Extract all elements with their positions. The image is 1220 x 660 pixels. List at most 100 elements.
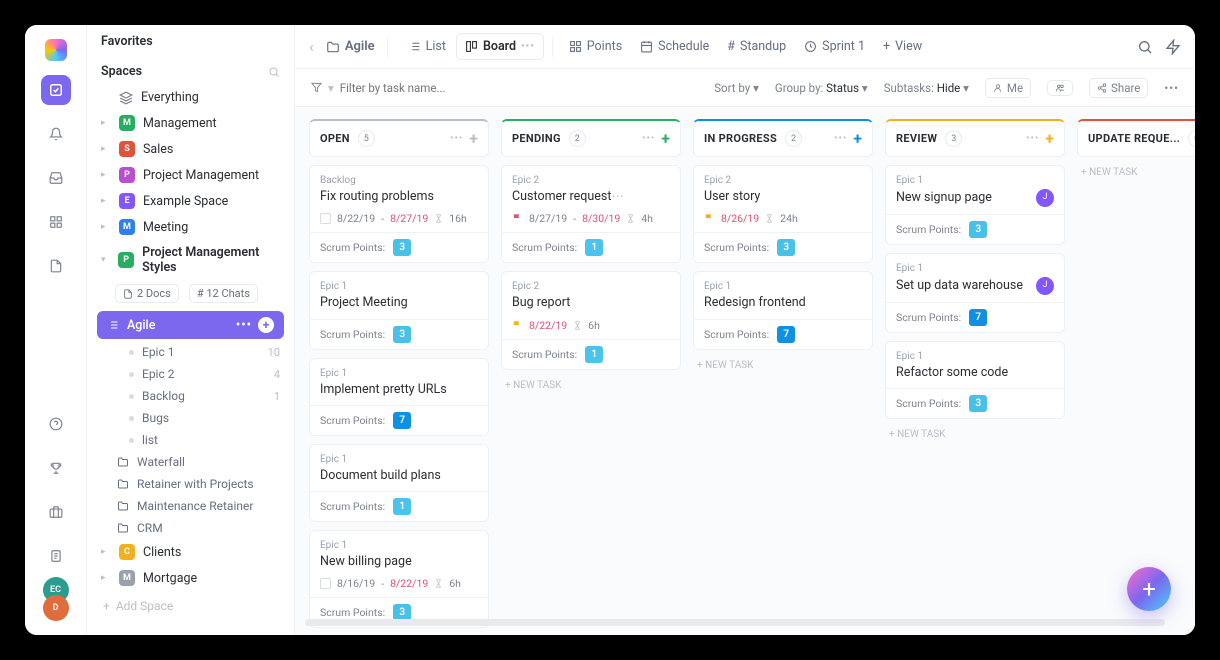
column-header[interactable]: UPDATE REQUE...0•••+ [1077,119,1195,157]
task-card[interactable]: Epic 1New billing page8/16/19-8/22/196hS… [309,530,489,628]
rail-inbox-button[interactable] [41,163,71,193]
sidebar-chip[interactable]: 2 Docs [115,284,179,303]
sidebar-space-item[interactable]: ▾PProject Management Styles [87,240,294,280]
rail-briefcase-button[interactable] [41,497,71,527]
view-view[interactable]: +View [875,34,930,59]
assignee-avatar[interactable]: J [1036,277,1054,295]
sidebar-folder[interactable]: Retainer with Projects [87,473,294,495]
card-title: User story [704,189,862,205]
column-add-button[interactable]: + [853,129,862,148]
folder-icon [117,478,129,490]
new-task-button[interactable]: + NEW TASK [1077,165,1195,180]
sidebar-folder[interactable]: Waterfall [87,451,294,473]
view-points[interactable]: Points [561,34,630,59]
task-card[interactable]: Epic 1Redesign frontendScrum Points:7 [693,271,873,349]
column-more-button[interactable]: ••• [834,133,847,144]
sidebar-add-space[interactable]: +Add Space [87,591,294,621]
view-list[interactable]: List [400,34,454,59]
column-add-button[interactable]: + [469,129,478,148]
topbar-search-button[interactable] [1137,39,1153,55]
assignees-button[interactable] [1047,80,1073,96]
task-card[interactable]: Epic 1Refactor some codeScrum Points:3 [885,341,1065,419]
collapse-sidebar-button[interactable]: ‹ [309,37,314,56]
more-button[interactable]: ••• [1164,81,1179,95]
scrum-points-row: Scrum Points:3 [310,319,488,349]
new-task-fab[interactable]: + [1127,567,1171,611]
column-header[interactable]: PENDING2•••+ [501,119,681,157]
sidebar-space-item[interactable]: ▸SSales [87,136,294,162]
task-card[interactable]: Epic 2Bug report8/22/196hScrum Points:1 [501,271,681,369]
sidebar-list-item[interactable]: Epic 24 [87,363,294,385]
new-task-button[interactable]: + NEW TASK [885,427,1065,442]
subtasks-button[interactable]: Subtasks: Hide ▾ [884,81,969,95]
sidebar-list-item[interactable]: Bugs [87,407,294,429]
me-filter-button[interactable]: Me [985,78,1031,98]
sidebar-list-item[interactable]: Backlog1 [87,385,294,407]
rail-docs-button[interactable] [41,251,71,281]
task-card[interactable]: Epic 1Implement pretty URLsScrum Points:… [309,358,489,436]
view-schedule[interactable]: Schedule [632,34,717,59]
sidebar-list-item[interactable]: list [87,429,294,451]
sort-by-button[interactable]: Sort by ▾ [714,81,759,95]
card-epic: Epic 1 [320,281,478,292]
flag-icon [512,320,523,331]
logo-icon[interactable] [45,39,67,61]
search-icon[interactable] [268,66,280,78]
new-task-button[interactable]: + NEW TASK [693,358,873,373]
sidebar-spaces-header[interactable]: Spaces [87,55,294,85]
assignee-avatar[interactable]: J [1036,189,1054,207]
sidebar-chip[interactable]: # 12 Chats [189,284,258,303]
rail-home-button[interactable] [41,75,71,105]
rail-trophy-button[interactable] [41,453,71,483]
sidebar-space-item[interactable]: ▸MMeeting [87,214,294,240]
avatar[interactable]: D [43,595,69,621]
column-add-button[interactable]: + [661,129,670,148]
rail-notifications-button[interactable] [41,119,71,149]
help-icon [49,417,63,431]
task-card[interactable]: Epic 2User story8/26/1924hScrum Points:3 [693,165,873,263]
column-more-button[interactable]: ••• [450,133,463,144]
filter-input-wrap[interactable]: ▾ [311,81,470,95]
sidebar-space-item[interactable]: ▸MManagement [87,110,294,136]
task-card[interactable]: Epic 1Project MeetingScrum Points:3 [309,271,489,349]
group-by-button[interactable]: Group by: Status ▾ [775,81,868,95]
column-header[interactable]: REVIEW3•••+ [885,119,1065,157]
scrum-points-row: Scrum Points:3 [310,597,488,627]
sidebar-everything[interactable]: Everything [87,85,294,110]
sidebar-agile-list[interactable]: Agile•••+ [97,311,284,339]
sidebar-favorites-header[interactable]: Favorites [87,25,294,55]
filter-input[interactable] [340,81,470,95]
rail-help-button[interactable] [41,409,71,439]
view-board[interactable]: Board ••• [456,33,544,60]
task-card[interactable]: Epic 1New signup pageJScrum Points:3 [885,165,1065,245]
sidebar-list-item[interactable]: Epic 110 [87,341,294,363]
view-sprint-1[interactable]: Sprint 1 [796,34,873,59]
rail-apps-button[interactable] [41,207,71,237]
column-more-button[interactable]: ••• [1026,133,1039,144]
task-card[interactable]: Epic 1Set up data warehouseJScrum Points… [885,253,1065,333]
sidebar-folder[interactable]: Maintenance Retainer [87,495,294,517]
column-more-button[interactable]: ••• [642,133,655,144]
sidebar-space-item[interactable]: ▸EExample Space [87,188,294,214]
task-card[interactable]: Epic 1Document build plansScrum Points:1 [309,444,489,522]
topbar-bolt-button[interactable] [1165,39,1181,55]
column-header[interactable]: OPEN5•••+ [309,119,489,157]
new-task-button[interactable]: + NEW TASK [501,378,681,393]
task-card[interactable]: Epic 2Customer request ⋯8/27/19-8/30/194… [501,165,681,263]
sidebar-space-item[interactable]: ▸MMortgage [87,565,294,591]
card-title: New signup pageJ [896,189,1054,207]
task-card[interactable]: BacklogFix routing problems8/22/19-8/27/… [309,165,489,263]
share-button[interactable]: Share [1089,78,1148,98]
sidebar-space-item[interactable]: ▸CClients [87,539,294,565]
rail-notepad-button[interactable] [41,541,71,571]
card-title: Implement pretty URLs [320,382,478,398]
sidebar-folder[interactable]: CRM [87,517,294,539]
breadcrumb[interactable]: Agile [326,39,375,54]
check-square-icon [49,83,63,97]
column-add-button[interactable]: + [1045,129,1054,148]
column-header[interactable]: IN PROGRESS2•••+ [693,119,873,157]
sidebar-space-item[interactable]: ▸PProject Management [87,162,294,188]
view-standup[interactable]: #Standup [719,34,794,59]
sidebar: Favorites Spaces Everything ▸MManagement… [87,25,295,635]
board-column: REVIEW3•••+Epic 1New signup pageJScrum P… [885,119,1065,623]
